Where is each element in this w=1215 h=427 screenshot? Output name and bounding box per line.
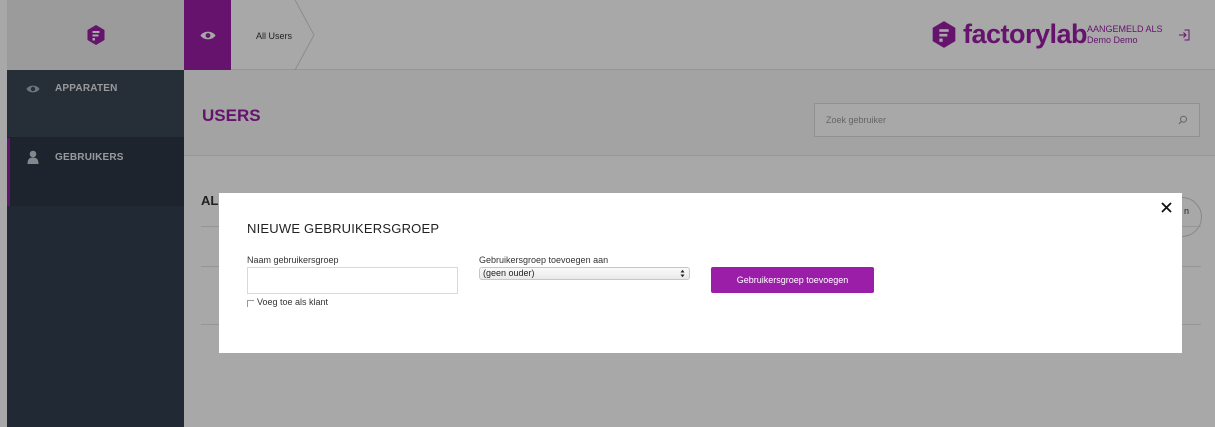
close-icon	[1160, 201, 1172, 213]
usergroup-name-input[interactable]	[247, 267, 458, 294]
customer-checkbox-row[interactable]: Voeg toe als klant	[247, 297, 328, 307]
parent-field-label: Gebruikersgroep toevoegen aan	[479, 255, 609, 265]
new-usergroup-modal: NIEUWE GEBRUIKERSGROEP Naam gebruikersgr…	[219, 193, 1182, 353]
select-arrows-icon	[680, 269, 685, 278]
close-button[interactable]	[1158, 199, 1174, 215]
parent-group-selected-value: (geen ouder)	[483, 268, 535, 278]
customer-checkbox-label: Voeg toe als klant	[257, 297, 329, 307]
name-field-label: Naam gebruikersgroep	[247, 255, 339, 265]
modal-title: NIEUWE GEBRUIKERSGROEP	[247, 221, 440, 236]
customer-checkbox[interactable]	[247, 300, 254, 307]
parent-group-select[interactable]: (geen ouder)	[479, 267, 690, 280]
add-usergroup-button[interactable]: Gebruikersgroep toevoegen	[711, 267, 874, 293]
